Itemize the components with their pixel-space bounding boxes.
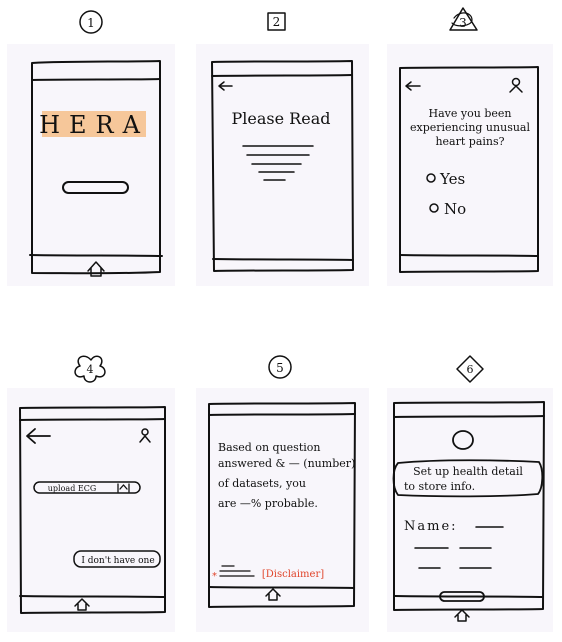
sketch-5: 5 Based on question answered & — (number… (196, 355, 369, 632)
please-read-title: Please Read (232, 109, 331, 128)
card-background-2 (196, 44, 369, 286)
badge-1: 1 (79, 10, 103, 34)
disclaimer-link[interactable]: [Disclaimer] (262, 569, 324, 580)
asterisk-icon: * (212, 571, 217, 582)
wireframe-sketch-sheet: 1 HERA 2 Please Read 3 Have you been exp… (7, 7, 553, 632)
question-line-3: heart pains? (435, 135, 504, 148)
result-line-2: answered & — (number) (218, 457, 355, 470)
svg-text:upload ECG: upload ECG (48, 484, 96, 493)
sketch-2: 2 Please Read (196, 12, 369, 286)
app-title: HERA (39, 111, 149, 139)
setup-line-1: Set up health detail (413, 465, 523, 478)
svg-text:4: 4 (87, 363, 94, 376)
sketch-6: 6 Set up health detail to store info. Na… (387, 355, 553, 632)
svg-text:No: No (444, 200, 466, 218)
sketch-1: 1 HERA (7, 10, 175, 286)
question-line-2: experiencing unusual (410, 121, 530, 134)
setup-line-2: to store info. (404, 480, 475, 493)
svg-text:5: 5 (276, 361, 284, 375)
sketch-4: 4 upload ECG I don't have one (7, 355, 175, 632)
svg-text:1: 1 (87, 16, 95, 30)
question-line-1: Have you been (429, 107, 512, 120)
svg-text:2: 2 (273, 15, 281, 29)
badge-5: 5 (268, 355, 292, 379)
card-background-5 (196, 388, 369, 632)
name-label: Name: (404, 519, 458, 534)
svg-text:6: 6 (467, 363, 474, 376)
svg-text:Yes: Yes (439, 170, 465, 188)
result-line-3: of datasets, you (218, 477, 306, 490)
svg-text:3: 3 (459, 16, 467, 30)
badge-3: 3 (449, 7, 478, 31)
svg-text:I don't have one: I don't have one (81, 556, 154, 566)
result-line-1: Based on question (218, 441, 320, 454)
badge-2: 2 (267, 12, 286, 31)
badge-4: 4 (74, 355, 106, 383)
badge-6: 6 (456, 355, 484, 383)
sketch-3: 3 Have you been experiencing unusual hea… (387, 7, 553, 286)
result-line-4: are —% probable. (218, 497, 318, 510)
card-background-3 (387, 44, 553, 286)
